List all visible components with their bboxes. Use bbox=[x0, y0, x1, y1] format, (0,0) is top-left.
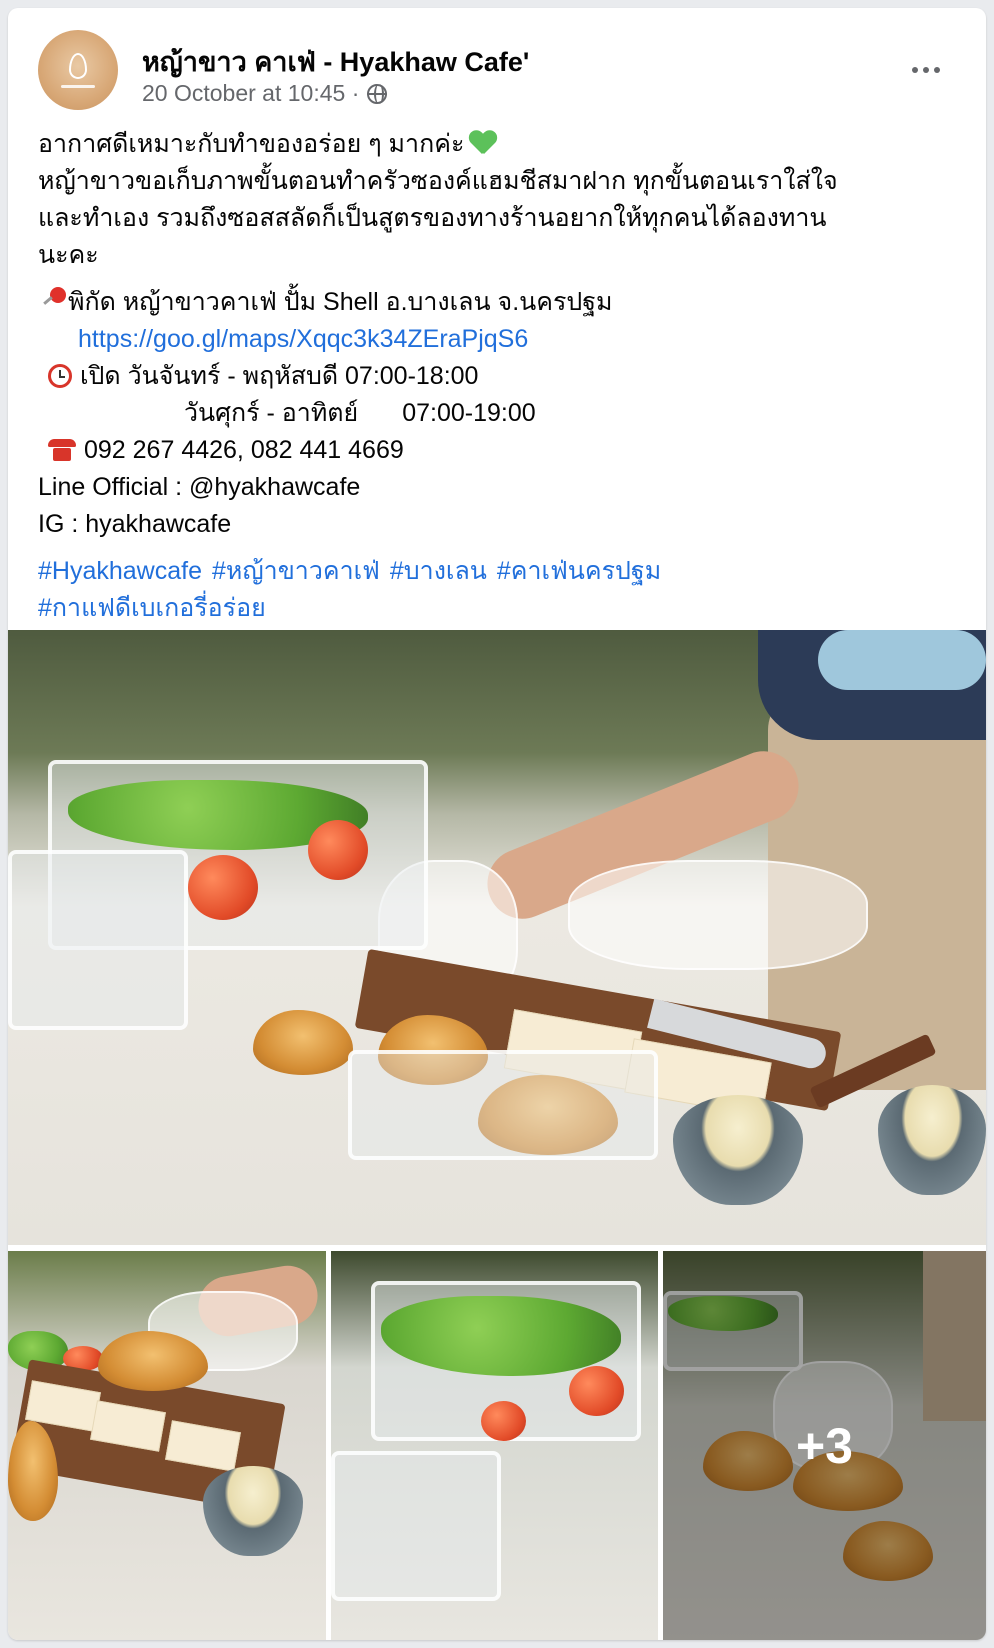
post-card: หญ้าขาว คาเฟ่ - Hyakhaw Cafe' 20 October… bbox=[8, 8, 986, 1640]
thumbnail-photo[interactable]: +3 bbox=[663, 1251, 986, 1640]
post-body: อากาศดีเหมาะกับทำของอร่อย ๆ มากค่ะ หญ้าข… bbox=[38, 126, 956, 627]
post-meta: 20 October at 10:45 · bbox=[142, 80, 388, 107]
hashtags-line-1: #Hyakhawcafe #หญ้าขาวคาเฟ่ #บางเลน #คาเฟ่นค… bbox=[38, 553, 956, 590]
text-line: และทำเอง รวมถึงซอสสลัดก็เป็นสูตรของทางร้… bbox=[38, 204, 827, 232]
more-photos-overlay[interactable]: +3 bbox=[663, 1251, 986, 1640]
telephone-icon bbox=[48, 439, 76, 461]
thumbnail-photo[interactable] bbox=[331, 1251, 658, 1640]
text-line: หญ้าขาวขอเก็บภาพขั้นตอนทำครัวซองค์แฮมชีส… bbox=[38, 167, 838, 195]
more-options-button[interactable] bbox=[904, 56, 948, 84]
hashtag-link[interactable]: #บางเลน bbox=[390, 557, 487, 585]
phone-line: 092 267 4426, 082 441 4669 bbox=[38, 432, 956, 469]
page-avatar[interactable] bbox=[38, 30, 118, 110]
logo-leaf-icon bbox=[69, 52, 87, 79]
text-line: อากาศดีเหมาะกับทำของอร่อย ๆ มากค่ะ bbox=[38, 126, 956, 163]
page-name-link[interactable]: หญ้าขาว คาเฟ่ - Hyakhaw Cafe' bbox=[142, 40, 529, 83]
more-dots-icon bbox=[912, 67, 918, 73]
line-official: Line Official : @hyakhawcafe bbox=[38, 473, 361, 501]
thumbnail-photo[interactable] bbox=[8, 1251, 326, 1640]
post-timestamp[interactable]: 20 October at 10:45 · bbox=[142, 80, 359, 107]
hashtags-line-2: #กาแฟดีเบเกอรี่อร่อย bbox=[38, 590, 956, 627]
hashtag-link[interactable]: #คาเฟ่นครปฐม bbox=[497, 557, 661, 585]
logo-wordmark bbox=[61, 84, 95, 88]
globe-icon[interactable] bbox=[367, 83, 388, 104]
hours-line-2: วันศุกร์ - อาทิตย์ 07:00-19:00 bbox=[184, 399, 536, 427]
main-photo[interactable] bbox=[8, 630, 986, 1245]
green-heart-icon bbox=[470, 131, 496, 155]
hours-line-1: เปิด วันจันทร์ - พฤหัสบดี 07:00-18:00 bbox=[38, 358, 956, 395]
location-line: พิกัด หญ้าขาวคาเฟ่ ปั้ม Shell อ.บางเลน จ… bbox=[38, 284, 956, 321]
post-header: หญ้าขาว คาเฟ่ - Hyakhaw Cafe' 20 October… bbox=[38, 30, 956, 110]
alarm-clock-icon bbox=[48, 364, 72, 388]
map-link[interactable]: https://goo.gl/maps/Xqqc3k34ZEraPjqS6 bbox=[78, 325, 528, 353]
pushpin-icon bbox=[38, 287, 68, 313]
hashtag-link[interactable]: #Hyakhawcafe bbox=[38, 557, 202, 585]
text-line: นะคะ bbox=[38, 241, 99, 269]
hashtag-link[interactable]: #หญ้าขาวคาเฟ่ bbox=[212, 557, 380, 585]
hashtag-link[interactable]: #กาแฟดีเบเกอรี่อร่อย bbox=[38, 594, 266, 622]
map-link-line: https://goo.gl/maps/Xqqc3k34ZEraPjqS6 bbox=[38, 321, 956, 358]
instagram-handle: IG : hyakhawcafe bbox=[38, 510, 232, 538]
